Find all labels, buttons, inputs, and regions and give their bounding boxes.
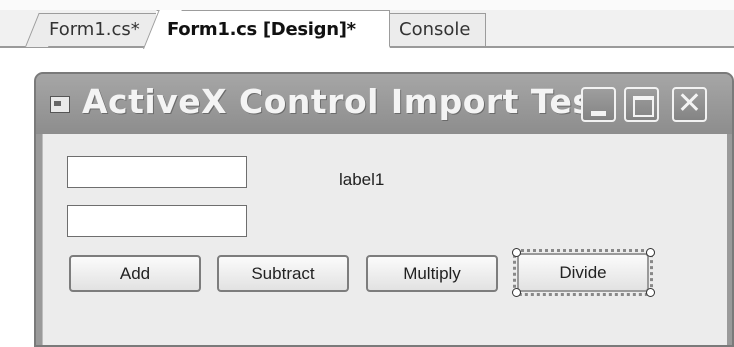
- tab-label: Form1.cs [Design]*: [167, 19, 356, 40]
- form-title-bar[interactable]: ActiveX Control Import Test ✕: [36, 74, 732, 134]
- tab-form1-design[interactable]: Form1.cs [Design]*: [156, 10, 390, 48]
- tab-label: Form1.cs*: [49, 19, 140, 40]
- tab-console[interactable]: Console: [388, 13, 486, 46]
- tab-label: Console: [399, 19, 471, 40]
- textbox1[interactable]: [67, 156, 247, 188]
- divide-button[interactable]: Divide: [513, 249, 653, 296]
- resize-handle-top-right[interactable]: [646, 248, 655, 257]
- form-app-icon: [50, 96, 70, 113]
- textbox2[interactable]: [67, 205, 247, 237]
- maximize-button[interactable]: [624, 87, 659, 122]
- minimize-icon: [591, 111, 606, 116]
- resize-handle-top-left[interactable]: [512, 248, 521, 257]
- add-button[interactable]: Add: [69, 255, 201, 292]
- document-tab-strip: Form1.cs* Console Form1.cs [Design]*: [0, 0, 734, 48]
- maximize-icon: [633, 96, 654, 117]
- tab-strip-background: [0, 0, 734, 10]
- resize-handle-bottom-right[interactable]: [646, 288, 655, 297]
- minimize-button[interactable]: [581, 87, 616, 122]
- close-icon: ✕: [676, 86, 703, 121]
- label1[interactable]: label1: [339, 170, 384, 190]
- multiply-button[interactable]: Multiply: [366, 255, 498, 292]
- close-button[interactable]: ✕: [672, 87, 707, 122]
- subtract-button[interactable]: Subtract: [217, 255, 349, 292]
- form-client-area: label1 Add Subtract Multiply Divide: [42, 134, 727, 345]
- form-title: ActiveX Control Import Test: [82, 82, 609, 121]
- resize-handle-bottom-left[interactable]: [512, 288, 521, 297]
- form-window[interactable]: ActiveX Control Import Test ✕ label1 Add…: [34, 72, 734, 347]
